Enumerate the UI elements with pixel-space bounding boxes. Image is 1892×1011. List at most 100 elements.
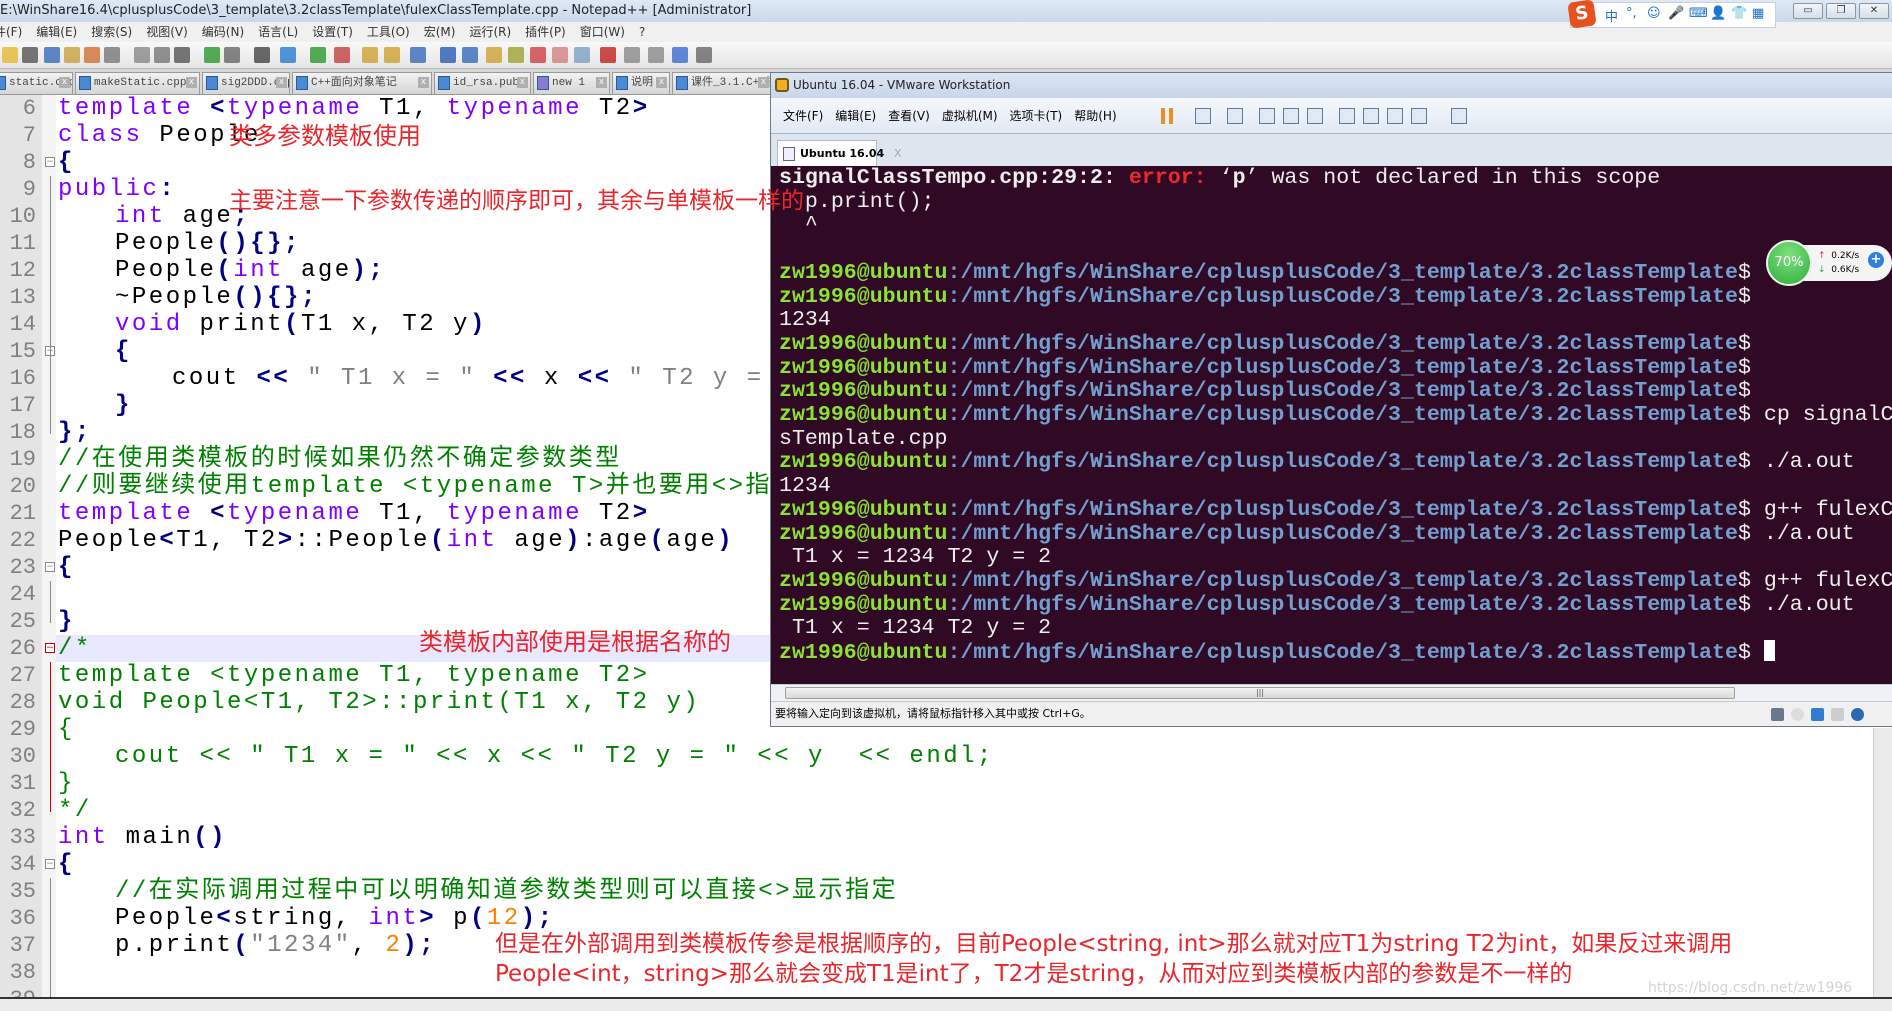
toolbar-button-icon[interactable] (22, 47, 38, 63)
tab-close-icon[interactable]: x (59, 77, 70, 88)
toolbar-button-icon[interactable] (310, 47, 326, 63)
menu-item[interactable]: ? (639, 25, 645, 39)
tab-close-icon[interactable]: x (418, 77, 429, 88)
code-line[interactable]: { (58, 851, 75, 878)
ime-item-icon[interactable]: ⌨ (1689, 6, 1708, 21)
code-line[interactable]: People<T1, T2>::People(int age):age(age) (58, 527, 734, 554)
toolbar-button-icon[interactable] (2, 47, 18, 63)
toolbar-button-icon[interactable] (624, 47, 640, 63)
fold-toggle-icon[interactable]: − (45, 157, 55, 167)
menu-item[interactable]: 编码(N) (202, 25, 244, 39)
tab-ubuntu[interactable]: Ubuntu 16.04 X (777, 140, 902, 166)
toolbar-button-icon[interactable] (280, 47, 296, 63)
menu-item[interactable]: 运行(R) (469, 25, 511, 39)
code-line[interactable]: int main() (58, 824, 227, 851)
code-line[interactable]: }; (58, 419, 92, 446)
code-line[interactable]: People(int age); (58, 257, 385, 284)
vm-toolbar-icon[interactable] (1283, 108, 1299, 124)
toolbar-button-icon[interactable] (44, 47, 60, 63)
tab-close-icon[interactable]: x (276, 77, 287, 88)
tab-file[interactable]: makeStatic.cpp x (75, 72, 200, 94)
toolbar-button-icon[interactable] (224, 47, 240, 63)
toolbar-button-icon[interactable] (440, 47, 456, 63)
vm-menu-item[interactable]: 虚拟机(M) (942, 109, 998, 123)
tab-file[interactable]: 课件_3.1.C++模 x (672, 72, 772, 94)
code-line[interactable]: template <typename T1, typename T2> (58, 95, 650, 122)
code-line[interactable]: /* (58, 635, 92, 662)
toolbar-button-icon[interactable] (362, 47, 378, 63)
code-line[interactable]: //在使用类模板的时候如果仍然不确定参数类型 (58, 446, 622, 473)
code-line[interactable]: int age; (58, 203, 250, 230)
cd-icon[interactable] (1791, 708, 1804, 721)
vm-menu-item[interactable]: 帮助(H) (1074, 109, 1116, 123)
memory-percent[interactable]: 70% (1766, 240, 1812, 286)
vm-menu-item[interactable]: 文件(F) (783, 109, 823, 123)
tab-close-icon[interactable]: x (758, 77, 769, 88)
menu-item[interactable]: 窗口(W) (580, 25, 625, 39)
sound-icon[interactable] (1851, 708, 1864, 721)
menu-item[interactable]: 设置(T) (312, 25, 353, 39)
terminal[interactable]: signalClassTempo.cpp:29:2: error: ‘p’ wa… (771, 166, 1892, 684)
menu-item[interactable]: 搜索(S) (91, 25, 132, 39)
vm-horizontal-scrollbar[interactable]: ||| (771, 684, 1892, 701)
network-speed-widget[interactable]: ↑ 0.2K/s ↓ 0.6K/s 70% + (1766, 240, 1892, 286)
scrollbar-thumb[interactable]: ||| (785, 687, 1735, 699)
ime-item-icon[interactable]: 🎤 (1668, 6, 1684, 21)
vm-menu-item[interactable]: 编辑(E) (835, 109, 876, 123)
toolbar-button-icon[interactable] (696, 47, 712, 63)
toolbar-button-icon[interactable] (104, 47, 120, 63)
code-line[interactable]: //则要继续使用template <typename T>并也要用<>指定 (58, 473, 799, 500)
toolbar-button-icon[interactable] (134, 47, 150, 63)
code-line[interactable]: p.print("1234", 2); (58, 932, 436, 959)
tab-file[interactable]: sig2DDD.cpp x (202, 72, 290, 94)
fold-toggle-icon[interactable]: − (45, 643, 55, 653)
vm-toolbar-icon[interactable] (1411, 108, 1427, 124)
toolbar-button-icon[interactable] (64, 47, 80, 63)
toolbar-button-icon[interactable] (174, 47, 190, 63)
code-line[interactable]: //在实际调用过程中可以明确知道参数类型则可以直接<>显示指定 (58, 878, 898, 905)
editor-vertical-scrollbar[interactable] (1873, 728, 1892, 997)
code-line[interactable]: } (58, 770, 75, 797)
tab-close-icon[interactable]: x (596, 77, 607, 88)
pause-icon[interactable] (1161, 108, 1173, 124)
code-line[interactable]: ~People(){}; (58, 284, 318, 311)
toolbar-button-icon[interactable] (84, 47, 100, 63)
toolbar-button-icon[interactable] (410, 47, 426, 63)
menu-item[interactable]: 视图(V) (146, 25, 188, 39)
toolbar-button-icon[interactable] (254, 47, 270, 63)
toolbar-button-icon[interactable] (648, 47, 664, 63)
tab-file[interactable]: new 1 x (533, 72, 610, 94)
code-line[interactable]: { (58, 554, 75, 581)
fold-toggle-icon[interactable]: − (45, 562, 55, 572)
toolbar-button-icon[interactable] (154, 47, 170, 63)
ime-item-icon[interactable]: °, (1626, 6, 1637, 21)
toolbar-button-icon[interactable] (508, 47, 524, 63)
menu-item[interactable]: 宏(M) (424, 25, 456, 39)
code-line[interactable]: cout << " T1 x = " << x << " T2 y = " <<… (58, 365, 882, 392)
code-line[interactable]: People(){}; (58, 230, 301, 257)
tab-close-icon[interactable]: x (186, 77, 197, 88)
tab-file[interactable]: C++面向对象笔记 x (292, 72, 432, 94)
menu-item[interactable]: 件(F) (0, 25, 22, 39)
ime-item-icon[interactable]: 👤 (1710, 6, 1726, 21)
code-line[interactable]: */ (58, 797, 92, 824)
vm-toolbar-icon[interactable] (1227, 108, 1243, 124)
fold-toggle-icon[interactable]: − (45, 859, 55, 869)
vm-toolbar-icon[interactable] (1339, 108, 1355, 124)
ime-item-icon[interactable]: ☺ (1647, 6, 1661, 21)
code-line[interactable]: cout << " T1 x = " << x << " T2 y = " <<… (58, 743, 994, 770)
code-line[interactable]: { (58, 338, 132, 365)
ime-item-icon[interactable]: 中 (1605, 6, 1618, 25)
toolbar-button-icon[interactable] (462, 47, 478, 63)
code-line[interactable]: template <typename T1, typename T2> (58, 662, 650, 689)
toolbar-button-icon[interactable] (552, 47, 568, 63)
tab-file[interactable]: 说明 x (612, 72, 670, 94)
toolbar-button-icon[interactable] (574, 47, 590, 63)
close-button[interactable]: ✕ (1859, 3, 1889, 19)
vm-toolbar-icon[interactable] (1307, 108, 1323, 124)
printer-icon[interactable] (1831, 708, 1844, 721)
network-icon[interactable] (1811, 708, 1824, 721)
hdd-icon[interactable] (1771, 708, 1784, 721)
toolbar-button-icon[interactable] (530, 47, 546, 63)
vm-toolbar-icon[interactable] (1387, 108, 1403, 124)
